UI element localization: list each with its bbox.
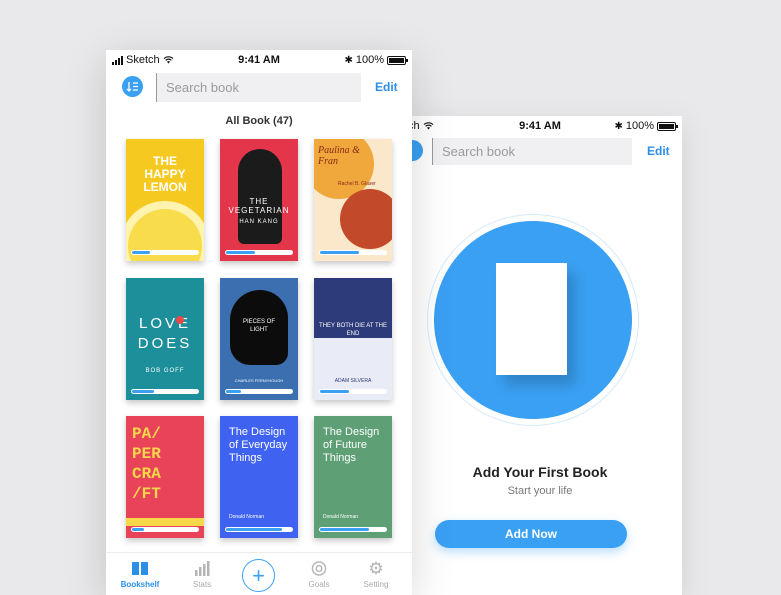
book-title: The Design of Future Things: [323, 426, 380, 464]
bookshelf-screen: Sketch 9:41 AM ✱ 100% Edit All Book (47)…: [106, 50, 412, 595]
tab-stats[interactable]: Stats: [177, 561, 227, 589]
empty-state-title: Add Your First Book: [472, 464, 608, 480]
plus-icon: +: [252, 562, 265, 588]
book-cover[interactable]: PA/ PER CRA /FT: [126, 416, 204, 538]
reading-progress-fill: [132, 528, 144, 531]
reading-progress-fill: [226, 528, 282, 531]
book-author: ADAM SILVERA: [334, 378, 372, 384]
reading-progress-fill: [320, 390, 349, 393]
book-cover[interactable]: PIECES OF LIGHT CHARLES FERNYHOUGH: [220, 278, 298, 400]
status-bar: Sketch 9:41 AM ✱ 100%: [106, 50, 412, 70]
book-cover[interactable]: The Design of Future Things Donald Norma…: [314, 416, 392, 538]
book-title: THE HAPPY LEMON: [143, 154, 187, 194]
bluetooth-icon: ✱: [344, 54, 353, 66]
section-title: All Book (47): [225, 115, 293, 127]
battery-label: 100%: [355, 54, 384, 66]
reading-progress: [225, 527, 293, 532]
search-input[interactable]: [432, 138, 632, 165]
book-cover[interactable]: THE VEGETARIAN HAN KANG: [220, 139, 298, 261]
reading-progress-fill: [320, 528, 369, 531]
add-now-button[interactable]: Add Now: [435, 520, 627, 548]
reading-progress: [131, 527, 199, 532]
tab-bookshelf[interactable]: Bookshelf: [115, 561, 165, 589]
edit-button[interactable]: Edit: [647, 144, 670, 158]
add-book-button[interactable]: +: [242, 559, 275, 592]
book-cover[interactable]: Paulina & Fran Rachel B. Glaser: [314, 139, 392, 261]
bluetooth-icon: ✱: [614, 120, 623, 132]
reading-progress-fill: [132, 390, 154, 393]
reading-progress: [131, 250, 199, 255]
bookshelf-icon: [132, 562, 148, 575]
tab-goals[interactable]: Goals: [294, 561, 344, 589]
book-cover[interactable]: THE HAPPY LEMON: [126, 139, 204, 261]
tab-label: Bookshelf: [120, 580, 160, 589]
status-bar: Sketch 9:41 AM ✱ 100%: [398, 116, 682, 136]
book-title: The Design of Everyday Things: [229, 426, 288, 464]
empty-state-subtitle: Start your life: [507, 485, 573, 497]
stats-icon: [195, 561, 210, 576]
tab-bar: Bookshelf Stats + Goals ⚙ Setting: [106, 552, 412, 595]
battery-label: 100%: [625, 120, 654, 132]
book-author: CHARLES FERNYHOUGH: [234, 378, 284, 383]
battery-icon: [657, 121, 678, 131]
tab-label: Stats: [192, 580, 212, 589]
tab-label: Goals: [308, 580, 330, 589]
book-title: LOVE DOES: [137, 315, 193, 352]
reading-progress: [319, 389, 387, 394]
sort-icon: [126, 82, 138, 92]
reading-progress: [225, 250, 293, 255]
book-cover[interactable]: LOVE DOES BOB GOFF: [126, 278, 204, 400]
book-author: Rachel B. Glaser: [338, 181, 376, 187]
book-author: HAN KANG: [239, 219, 279, 225]
tab-label: Setting: [363, 580, 389, 589]
book-author: BOB GOFF: [145, 368, 185, 374]
empty-book-icon: [496, 263, 567, 375]
goals-icon: [311, 561, 327, 576]
reading-progress: [319, 250, 387, 255]
reading-progress-fill: [320, 251, 359, 254]
book-title: PIECES OF LIGHT: [242, 319, 275, 333]
book-cover[interactable]: THEY BOTH DIE AT THE END ADAM SILVERA: [314, 278, 392, 400]
sort-button[interactable]: [122, 76, 143, 97]
edit-button[interactable]: Edit: [375, 80, 398, 94]
book-author: Donald Norman: [229, 514, 265, 520]
book-title: Paulina & Fran: [318, 145, 360, 167]
reading-progress: [319, 527, 387, 532]
search-input[interactable]: [156, 73, 361, 102]
reading-progress-fill: [132, 251, 151, 254]
book-title: THEY BOTH DIE AT THE END: [319, 323, 387, 337]
book-cover[interactable]: The Design of Everyday Things Donald Nor…: [220, 416, 298, 538]
tab-setting[interactable]: ⚙ Setting: [351, 559, 401, 589]
reading-progress-fill: [226, 251, 255, 254]
reading-progress-fill: [226, 390, 241, 393]
battery-icon: [387, 55, 408, 65]
book-title: THE VEGETARIAN: [228, 197, 290, 215]
book-title: PA/ PER CRA /FT: [132, 425, 161, 503]
reading-progress: [225, 389, 293, 394]
gear-icon: ⚙: [368, 559, 384, 578]
book-author: Donald Norman: [323, 514, 359, 520]
empty-library-screen: Sketch 9:41 AM ✱ 100% Edit Add Your Firs…: [398, 116, 682, 595]
reading-progress: [131, 389, 199, 394]
